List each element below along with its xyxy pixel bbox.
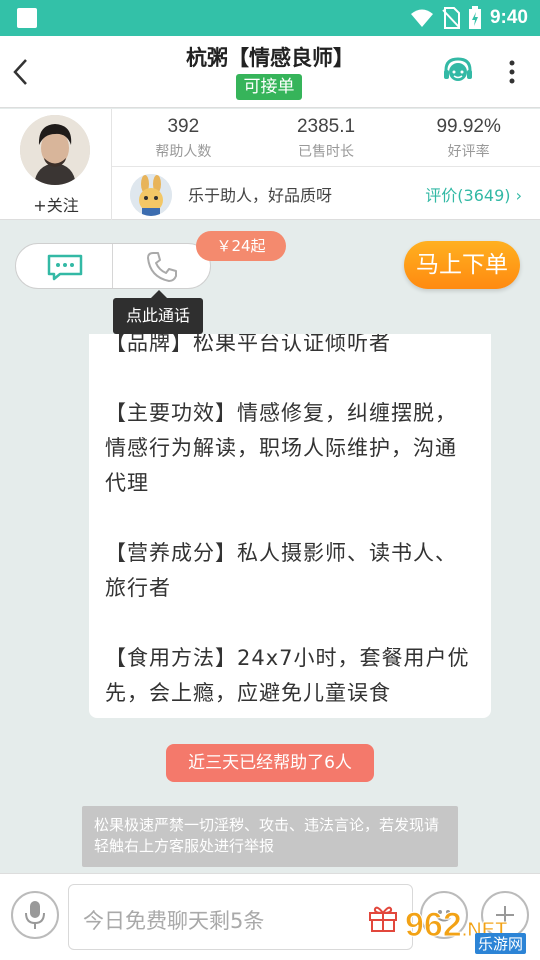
no-sim-icon	[442, 7, 460, 29]
avatar-column: +关注	[0, 109, 112, 220]
portrait-image	[20, 115, 90, 185]
stat-label: 好评率	[447, 144, 490, 160]
chat-input-placeholder: 今日免费聊天剩5条	[83, 909, 265, 933]
place-order-button[interactable]: 马上下单	[404, 241, 520, 289]
chat-input[interactable]: 今日免费聊天剩5条	[68, 884, 413, 950]
stat-label: 帮助人数	[155, 144, 212, 160]
stat-value: 392	[167, 116, 200, 137]
stat-value: 99.92%	[436, 116, 501, 137]
call-button[interactable]	[113, 244, 210, 288]
contact-pill	[15, 243, 211, 289]
follow-button[interactable]: +关注	[0, 192, 112, 216]
gift-icon	[369, 906, 397, 932]
reviews-link[interactable]: 评价(3649) ›	[425, 182, 522, 206]
message-button[interactable]	[16, 244, 113, 288]
description-ingredients: 【营养成分】私人摄影师、读书人、旅行者	[105, 541, 457, 600]
stats-row: 392 帮助人数 2385.1 已售时长 99.92% 好评率	[112, 109, 540, 167]
customer-service-button[interactable]	[442, 56, 474, 88]
price-tag: ￥24起	[196, 231, 286, 261]
gift-button[interactable]	[367, 903, 399, 933]
stat-label: 已售时长	[298, 144, 354, 160]
description-brand: 【品牌】松果平台认证倾听者	[105, 334, 391, 355]
battery-charging-icon	[468, 6, 481, 29]
voice-button[interactable]	[11, 891, 59, 939]
description-usage: 【食用方法】24x7小时，套餐用户优先，会上瘾，应避免儿童误食	[105, 646, 470, 705]
stat-rating: 99.92% 好评率	[397, 109, 540, 166]
intro-text: 乐于助人，好品质呀	[188, 186, 333, 205]
microphone-icon	[25, 901, 45, 929]
stat-helped: 392 帮助人数	[112, 109, 255, 166]
bunny-icon	[130, 174, 172, 216]
wifi-icon	[410, 9, 433, 27]
cartoon-avatar	[130, 174, 172, 216]
helped-banner: 近三天已经帮助了6人	[166, 744, 374, 782]
clock: 9:40	[489, 7, 528, 28]
chat-bubble-icon	[47, 254, 83, 281]
policy-notice: 松果极速严禁一切淫秽、攻击、违法言论，若发现请轻触右上方客服处进行举报	[82, 806, 458, 867]
avatar[interactable]	[20, 115, 90, 185]
watermark-text: 乐游网	[475, 933, 527, 954]
site-watermark: 962.NET 乐游网	[405, 906, 535, 958]
status-icons: 9:40	[410, 4, 528, 32]
notification-icon	[17, 8, 37, 28]
profile-panel: +关注 392 帮助人数 2385.1 已售时长 99.92% 好评率 乐于助人	[0, 109, 540, 220]
headset-icon	[444, 57, 472, 81]
description-card: 【品牌】松果平台认证倾听者 【主要功效】情感修复，纠缠摆脱，情感行为解读，职场人…	[89, 334, 491, 718]
status-bar: 9:40	[0, 0, 540, 36]
app-header: 杭粥【情感良师】 可接单	[0, 36, 540, 108]
call-tooltip: 点此通话	[113, 290, 203, 334]
available-badge: 可接单	[236, 74, 302, 100]
description-effects: 【主要功效】情感修复，纠缠摆脱，情感行为解读，职场人际维护，沟通代理	[105, 401, 457, 495]
stat-value: 2385.1	[296, 116, 356, 137]
intro-row: 乐于助人，好品质呀 评价(3649) ›	[112, 168, 540, 220]
phone-icon	[147, 252, 177, 282]
stat-sold-hours: 2385.1 已售时长	[255, 109, 398, 166]
more-vert-icon	[509, 60, 515, 84]
more-options-button[interactable]	[500, 56, 524, 88]
